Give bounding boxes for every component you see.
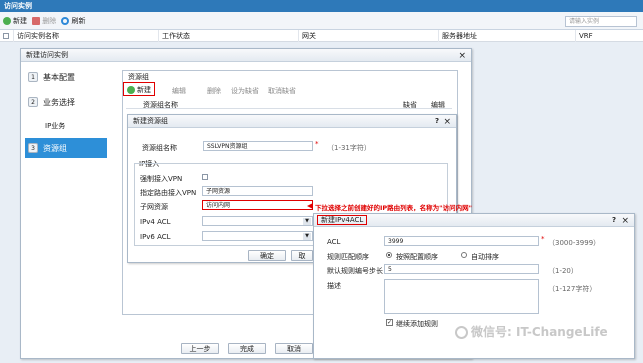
arrow-annotation-icon [307,203,313,209]
previous-button[interactable]: 上一步 [181,343,219,354]
acl-range-hint: （3000-3999） [548,239,601,247]
order-config-radio[interactable] [386,252,392,258]
column-vrf: VRF [575,30,643,42]
continue-add-label: 继续添加规则 [396,320,438,328]
plus-icon [3,17,11,25]
rule-step-hint: （1-20） [548,267,578,275]
force-vpn-checkbox[interactable] [202,174,208,180]
ipv4-acl-label: IPv4 ACL [140,218,171,226]
acl-input[interactable]: 3999 [384,236,539,246]
order-config-label: 按照配置顺序 [396,253,438,261]
step-basic-config[interactable]: 1 基本配置 [25,67,107,87]
subnet-annotation: 下拉选择之前创建好的IP路由列表，名称为"访问内网" [315,204,472,212]
edit-column: 编辑 [431,101,445,109]
ipv6-acl-select[interactable]: ▼ [202,231,313,241]
cancel-default-button[interactable]: 取消缺省 [268,86,296,96]
set-default-button[interactable]: 设为缺省 [231,86,259,96]
ipv4-acl-select[interactable]: ▼ [202,216,313,226]
default-column: 缺省 [403,101,417,109]
resource-help-icon[interactable]: ? [435,117,439,125]
acl-close-icon[interactable]: × [621,216,629,226]
search-input[interactable]: 请输入实例 [565,16,637,27]
step-business-select[interactable]: 2 业务选择 [25,92,107,112]
wizard-close-icon[interactable]: × [458,51,466,61]
chevron-down-icon[interactable]: ▼ [303,218,311,225]
rule-step-label: 默认规则编号步长 [327,267,383,275]
wizard-cancel-button[interactable]: 取消 [275,343,313,354]
resource-new-button[interactable]: 新建 [123,82,155,96]
acl-required-mark: * [541,235,545,243]
order-auto-label: 自动排序 [471,253,499,261]
acl-label: ACL [327,238,341,246]
required-mark: * [315,140,319,148]
column-gateway: 网关 [298,30,438,42]
select-all-checkbox[interactable] [3,33,9,39]
column-instance-name: 访问实例名称 [13,30,158,42]
description-hint: （1-127字符） [548,285,597,293]
wechat-icon [455,326,468,339]
order-auto-radio[interactable] [461,252,467,258]
ipv6-acl-label: IPv6 ACL [140,233,171,241]
resource-close-icon[interactable]: × [443,117,451,127]
resource-cancel-button[interactable]: 取 [291,250,313,261]
resource-name-column: 资源组名称 [143,101,178,109]
subnet-resource-label: 子网资源 [140,203,168,211]
rule-step-input[interactable]: 5 [384,264,539,274]
chevron-down-icon[interactable]: ▼ [303,233,311,240]
trash-icon [32,17,41,25]
wechat-watermark: 微信号: IT-ChangeLife [455,323,608,340]
delete-button[interactable]: 删除 [32,12,56,30]
resource-name-label: 资源组名称 [142,144,177,152]
window-title: 访问实例 [4,2,32,10]
resource-group-legend: 资源组 [128,73,149,81]
refresh-button[interactable]: 刷新 [61,12,85,30]
finish-button[interactable]: 完成 [228,343,266,354]
continue-add-checkbox[interactable]: ✓ [386,319,393,326]
resource-name-hint: （1-31字符） [327,144,371,152]
plus-icon [127,86,135,94]
instance-table-header: 访问实例名称 工作状态 网关 服务器地址 VRF [0,30,643,42]
new-button[interactable]: 新建 [3,12,27,30]
description-label: 描述 [327,282,341,290]
step-resource-group[interactable]: 3 资源组 [25,138,107,158]
step-ip-business[interactable]: IP业务 [45,121,65,131]
delete-resource-button[interactable]: 删除 [207,86,221,96]
rule-order-label: 规则匹配顺序 [327,253,369,261]
resource-dialog-title: 新建资源组 [128,115,456,128]
resource-ok-button[interactable]: 确定 [248,250,286,261]
description-textarea[interactable] [384,279,539,314]
resource-name-input[interactable]: SSLVPN资源组 [203,141,313,151]
acl-dialog-titlebar: 新建IPv4ACL [314,214,634,227]
force-vpn-label: 强制接入VPN [140,175,183,183]
column-server-address: 服务器地址 [438,30,575,42]
acl-help-icon[interactable]: ? [612,216,616,224]
subnet-resource-select[interactable]: 访问内网 [202,200,313,210]
route-vpn-select[interactable]: 子网资源 [202,186,313,196]
acl-dialog-title: 新建IPv4ACL [317,215,368,225]
route-vpn-label: 指定路由接入VPN [140,189,197,197]
main-toolbar: 新建 删除 刷新 [0,12,643,30]
window-title-bar: 访问实例 [0,0,643,12]
column-status: 工作状态 [158,30,298,42]
edit-button[interactable]: 编辑 [172,86,186,96]
refresh-icon [61,17,70,25]
